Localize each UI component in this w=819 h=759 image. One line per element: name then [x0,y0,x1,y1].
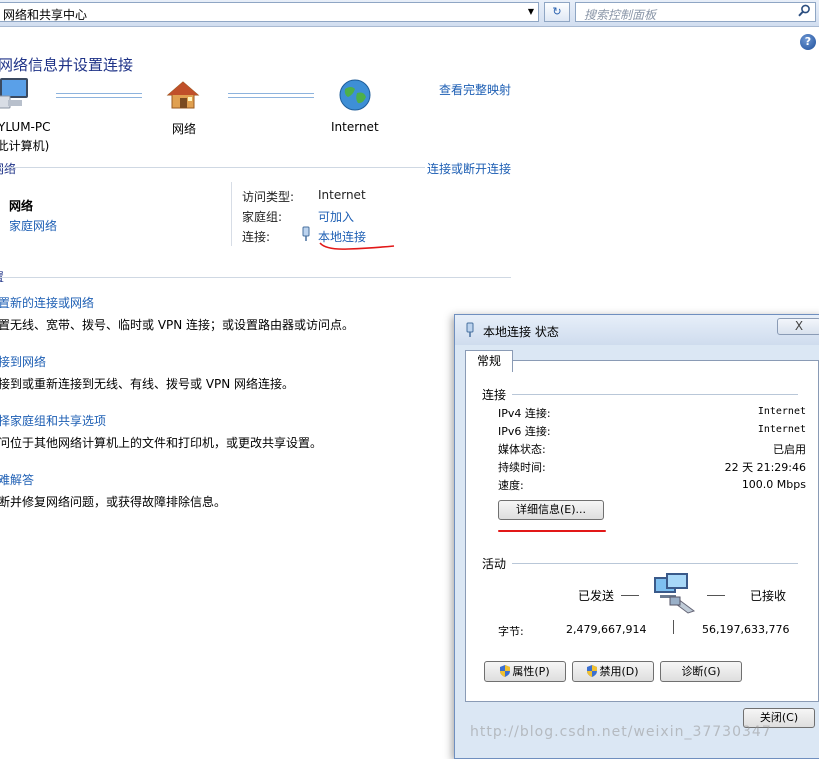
computer-name-label: YLUM-PC [0,120,51,134]
group-line [512,563,798,564]
homegroup-label: 家庭组: [242,210,283,224]
connection-group-label: 连接 [482,388,507,402]
ipv4-value: Internet [757,406,806,417]
address-bar: 网络和共享中心 ▼ ↻ 搜索控制面板 [0,0,819,27]
bytes-sent-value: 2,479,667,914 [566,623,647,636]
bytes-label: 字节: [498,625,524,638]
disable-button[interactable]: 禁用(D) [572,661,654,682]
address-path[interactable]: 网络和共享中心 [3,6,87,23]
house-network-icon [166,80,200,113]
group-line [512,394,798,395]
properties-button[interactable]: 属性(P) [484,661,566,682]
network-type-link[interactable]: 家庭网络 [9,217,57,234]
red-annotation-underline [319,242,395,250]
network-adapter-icon [465,322,475,341]
network-activity-icon [652,573,698,620]
media-state-label: 媒体状态: [498,443,546,456]
activity-group-label: 活动 [482,557,507,571]
network-adapter-icon [301,226,311,245]
connection-line [56,93,142,98]
bytes-divider [673,620,674,634]
active-networks-heading: 网络 [0,162,17,176]
search-icon[interactable] [798,4,811,21]
separator [0,167,425,168]
search-input[interactable]: 搜索控制面板 [575,2,816,22]
internet-label: Internet [331,120,379,134]
disable-label: 禁用(D) [599,665,639,678]
close-icon[interactable]: X [777,318,819,335]
network-label: 网络 [172,122,197,136]
sent-label: 已发送 [578,589,615,603]
dialog-titlebar[interactable]: 本地连接 状态 X [455,315,819,345]
connection-line [228,93,314,98]
homegroup-sharing-desc: 问位于其他网络计算机上的文件和打印机，或更改共享设置。 [0,436,323,450]
troubleshoot-link[interactable]: 难解答 [0,471,34,488]
globe-icon [339,79,371,114]
duration-value: 22 天 21:29:46 [724,461,806,474]
network-name: 网络 [9,199,34,213]
computer-desc-label: (此计算机) [0,139,50,153]
dialog-body: 连接 IPv4 连接: Internet IPv6 连接: Internet 媒… [465,360,819,702]
ipv6-label: IPv6 连接: [498,425,551,438]
refresh-button[interactable]: ↻ [544,2,570,22]
sent-dash [621,595,639,596]
bytes-received-value: 56,197,633,776 [702,623,790,636]
received-dash [707,595,725,596]
media-state-value: 已启用 [773,443,806,456]
speed-label: 速度: [498,479,524,492]
properties-label: 属性(P) [512,665,550,678]
homegroup-sharing-link[interactable]: 择家庭组和共享选项 [0,412,106,429]
chevron-down-icon[interactable]: ▼ [524,3,538,21]
watermark: http://blog.csdn.net/weixin_37730347 [470,724,772,740]
access-type-value: Internet [318,188,366,202]
tab-general[interactable]: 常规 [465,350,513,372]
connect-network-link[interactable]: 接到网络 [0,353,46,370]
view-full-map-link[interactable]: 查看完整映射 [439,81,511,98]
details-button[interactable]: 详细信息(E)... [498,500,604,520]
address-field[interactable]: 网络和共享中心 ▼ [0,2,539,22]
computer-icon [0,76,32,113]
access-type-label: 访问类型: [242,190,295,204]
page-title: 网络信息并设置连接 [0,56,134,74]
separator [0,277,511,278]
help-icon[interactable]: ? [800,34,816,50]
connect-disconnect-link[interactable]: 连接或断开连接 [427,160,511,177]
received-label: 已接收 [750,589,787,603]
setup-connection-desc: 置无线、宽带、拨号、临时或 VPN 连接；或设置路由器或访问点。 [0,318,355,332]
red-annotation-underline [498,530,606,532]
divider [231,182,232,246]
connect-network-desc: 接到或重新连接到无线、有线、拨号或 VPN 网络连接。 [0,377,295,391]
local-connection-status-dialog: 本地连接 状态 X 常规 连接 IPv4 连接: Internet IPv6 连… [454,314,819,759]
diagnose-button[interactable]: 诊断(G) [660,661,742,682]
search-placeholder: 搜索控制面板 [584,8,657,22]
troubleshoot-desc: 断并修复网络问题，或获得故障排除信息。 [0,495,227,509]
homegroup-link[interactable]: 可加入 [318,208,354,225]
speed-value: 100.0 Mbps [741,478,806,491]
ipv4-label: IPv4 连接: [498,407,551,420]
connections-label: 连接: [242,230,271,244]
shield-icon [587,665,598,677]
ipv6-value: Internet [757,424,806,435]
duration-label: 持续时间: [498,461,546,474]
shield-icon [500,665,511,677]
setup-connection-link[interactable]: 置新的连接或网络 [0,294,94,311]
dialog-title: 本地连接 状态 [483,325,559,339]
